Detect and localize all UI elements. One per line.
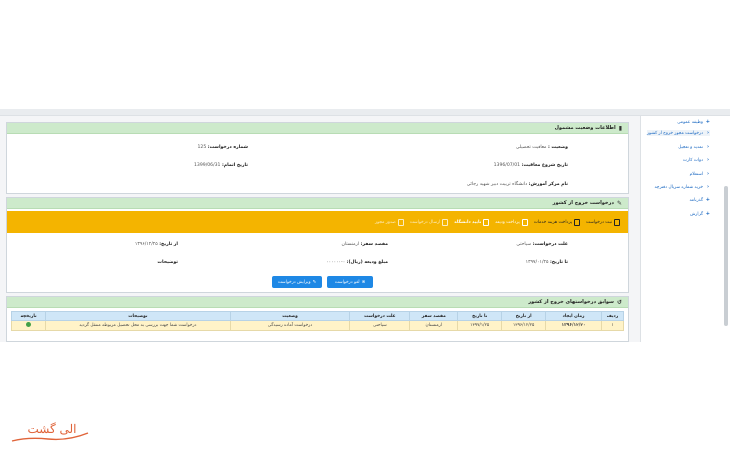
column-header: زمان ایجاد [545, 311, 603, 321]
document-icon [521, 218, 528, 226]
pencil-icon: ✎ [312, 279, 317, 285]
status-value: معافیت تحصیلی [515, 145, 547, 150]
status-panel: ▮ اطلاعات وضعیت مشمول وضعیت : معافیت تحص… [6, 122, 629, 194]
cancel-request-button[interactable]: ⊗ لغو درخواست [327, 276, 373, 288]
description-row: توضیحات [157, 260, 178, 265]
to-date-row: تا تاریخ: ۱۳۹۷/۰۱/۲۵ [525, 260, 568, 265]
reason-value: سیاحتی [516, 242, 532, 247]
sidebar-item-card[interactable]: ‹ دوات کارت [683, 157, 710, 163]
wizard-step-register: ثبت درخواست [586, 218, 620, 226]
to-date-value: ۱۳۹۷/۰۱/۲۵ [525, 260, 549, 265]
column-header: ردیف [601, 311, 624, 321]
document-icon [574, 218, 581, 226]
history-panel: ↺ سوابق درخواستهای خروج از کشور ردیف زما… [6, 296, 629, 342]
column-header: تا تاریخ [457, 311, 503, 321]
destination-row: مقصد سفر: ارمنستان [341, 242, 388, 247]
top-bar [0, 109, 730, 116]
table-row[interactable]: ۱ ۱۳۹۶/۱۲/۲۰ ۱۳۹۶/۱۲/۲۵ ۱۳۹۷/۱/۲۵ ارمنست… [10, 320, 624, 331]
column-header: علت درخواست [349, 311, 411, 321]
cancel-icon: ⊗ [361, 279, 366, 285]
status-row: وضعیت : معافیت تحصیلی [515, 145, 568, 150]
status-panel-title: اطلاعات وضعیت مشمول [554, 125, 616, 131]
start-date-row: تاریخ شروع معافیت: 1396/07/01 [493, 163, 568, 168]
column-header: وضعیت [229, 311, 351, 321]
center-row: نام مرکز آموزش: دانشگاه تربیت دبیر شهید … [466, 182, 568, 187]
request-number-value: 125 [197, 145, 207, 150]
sidebar-item-military-service[interactable]: + وظیفه عمومی [677, 119, 710, 125]
sidebar-item-inquiry[interactable]: ‹ استعلام [690, 171, 710, 177]
scrollbar[interactable] [724, 186, 728, 326]
wizard-step-send: ارسال درخواست [410, 218, 449, 226]
chevron-icon: ‹ [706, 130, 710, 136]
request-panel-header: ✎ درخواست خروج از کشور [7, 198, 628, 209]
end-date-value: 1399/06/31 [194, 163, 221, 168]
center-value: دانشگاه تربیت دبیر شهید رجائی [466, 182, 528, 187]
sidebar-item-report[interactable]: + گزارش [690, 211, 710, 217]
sidebar-item-extension[interactable]: ‹ تمدید و تعجیل [678, 144, 710, 150]
sidebar: + وظیفه عمومی ‹ درخواست مجوز خروج از کشو… [640, 116, 730, 342]
table-header-row: ردیف زمان ایجاد از تاریخ تا تاریخ مقصد س… [10, 311, 624, 321]
chevron-icon: ‹ [706, 144, 710, 150]
document-icon [397, 218, 404, 226]
edit-request-button[interactable]: ✎ ویرایش درخواست [272, 276, 322, 288]
sidebar-item-booklet-serial[interactable]: ‹ خرید شماره سریال دفترچه [655, 184, 711, 190]
wizard-step-deposit: پرداخت ودیعه [495, 218, 528, 226]
plus-icon: + [705, 197, 710, 203]
chevron-icon: ‹ [706, 157, 710, 163]
card-icon: ▮ [618, 124, 622, 132]
history-panel-title: سوابق درخواستهای خروج از کشور [528, 299, 614, 305]
chevron-icon: ‹ [706, 171, 710, 177]
column-header: توضیحات [45, 311, 231, 321]
end-date-row: تاریخ اتمام: 1399/06/31 [194, 163, 248, 168]
wizard-step-issue: صدور مجوز [375, 218, 404, 226]
document-icon [483, 218, 490, 226]
status-panel-header: ▮ اطلاعات وضعیت مشمول [7, 123, 628, 134]
deposit-value: ۰-۰۰۰۰۰۰ [326, 260, 346, 265]
column-header: مقصد سفر [409, 311, 459, 321]
history-panel-header: ↺ سوابق درخواستهای خروج از کشور [7, 297, 628, 308]
reason-row: علت درخواست: سیاحتی [516, 242, 568, 247]
wizard-step-university: تایید دانشگاه [454, 218, 490, 226]
destination-value: ارمنستان [341, 242, 360, 247]
document-icon [442, 218, 449, 226]
pencil-icon: ✎ [616, 199, 622, 207]
document-icon [614, 218, 620, 226]
main-content: ▮ اطلاعات وضعیت مشمول وضعیت : معافیت تحص… [0, 116, 640, 342]
eligasht-logo: الی گشت [11, 422, 89, 442]
sidebar-item-exit-permit[interactable]: ‹ درخواست مجوز خروج از کشور [646, 130, 710, 136]
progress-wizard: ثبت درخواست پرداخت هزینه خدمات پرداخت ود… [7, 211, 628, 233]
start-date-value: 1396/07/01 [493, 163, 521, 168]
history-table: ردیف زمان ایجاد از تاریخ تا تاریخ مقصد س… [10, 311, 624, 331]
description-label: توضیحات [157, 260, 178, 265]
history-icon: ↺ [616, 298, 622, 306]
column-header: از تاریخ [501, 311, 547, 321]
plus-icon: + [705, 119, 710, 125]
request-panel-title: درخواست خروج از کشور [552, 200, 614, 206]
check-icon[interactable] [26, 322, 32, 327]
from-date-value: ۱۳۹۶/۱۲/۲۵ [134, 242, 158, 247]
from-date-row: از تاریخ: ۱۳۹۶/۱۲/۲۵ [134, 242, 178, 247]
sidebar-item-passport[interactable]: + گذرنامه [690, 197, 711, 203]
deposit-row: مبلغ ودیعه (ریال): ۰-۰۰۰۰۰۰ [326, 260, 388, 265]
logo-text: الی گشت [27, 422, 76, 436]
column-header: تاریخچه [10, 311, 47, 321]
wizard-step-service-fee: پرداخت هزینه خدمات [534, 218, 581, 226]
chevron-icon: ‹ [706, 184, 710, 190]
plus-icon: + [705, 211, 710, 217]
request-panel: ✎ درخواست خروج از کشور ثبت درخواست پرداخ… [6, 197, 629, 293]
request-number-row: شماره درخواست: 125 [197, 145, 248, 150]
history-cell[interactable] [10, 320, 47, 331]
